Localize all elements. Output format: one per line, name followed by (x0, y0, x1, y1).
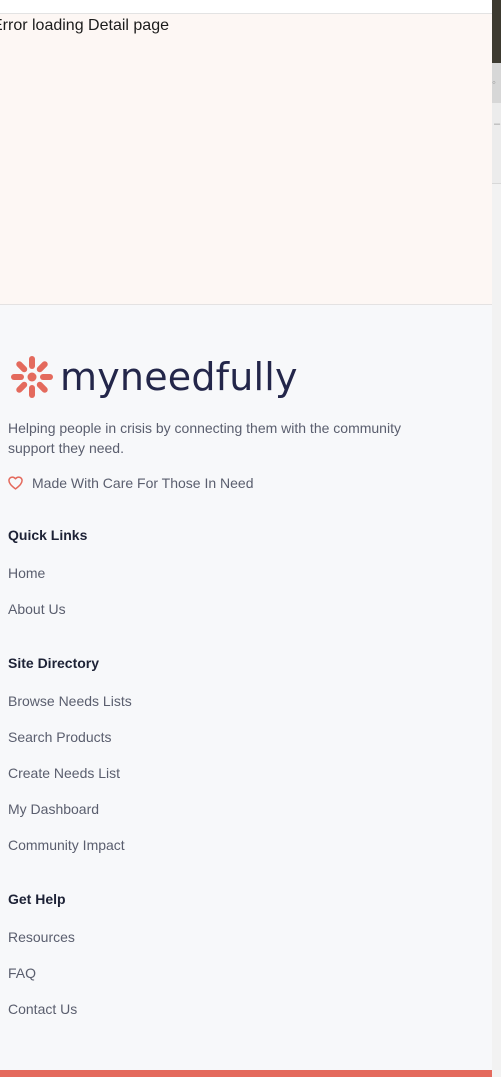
footer-link-search-products[interactable]: Search Products (8, 729, 112, 745)
footer-link-contact-us[interactable]: Contact Us (8, 1001, 77, 1017)
strip-icon: – (494, 118, 501, 130)
care-text: Made With Care For Those In Need (32, 475, 254, 491)
footer-link-create-needs-list[interactable]: Create Needs List (8, 765, 120, 781)
site-directory-heading: Site Directory (8, 655, 100, 671)
footer-link-community-impact[interactable]: Community Impact (8, 837, 125, 853)
site-footer: myneedfully Helping people in crisis by … (0, 305, 492, 1070)
brand-logo[interactable]: myneedfully (8, 353, 298, 401)
heart-outline-icon (8, 476, 23, 490)
footer-link-browse-needs-lists[interactable]: Browse Needs Lists (8, 693, 132, 709)
footer-link-home[interactable]: Home (8, 565, 45, 581)
error-message: Error loading Detail page (0, 17, 169, 34)
strip-photo (492, 0, 501, 63)
footer-link-about-us[interactable]: About Us (8, 601, 66, 617)
footer-tagline: Helping people in crisis by connecting t… (8, 420, 401, 456)
brand-name: myneedfully (60, 355, 298, 399)
adjacent-window-strip: ◦ – (492, 0, 501, 1077)
footer-link-resources[interactable]: Resources (8, 929, 75, 945)
error-panel: Error loading Detail page (0, 14, 492, 305)
quick-links-heading: Quick Links (8, 527, 88, 543)
footer-link-faq[interactable]: FAQ (8, 965, 36, 981)
footer-link-my-dashboard[interactable]: My Dashboard (8, 801, 99, 817)
logo-mark-icon (11, 356, 53, 398)
top-bar (0, 0, 492, 14)
footer-accent-bar (0, 1070, 492, 1077)
get-help-heading: Get Help (8, 891, 66, 907)
strip-icon: ◦ (492, 77, 496, 89)
care-line: Made With Care For Those In Need (8, 475, 254, 491)
strip-band (492, 103, 501, 184)
